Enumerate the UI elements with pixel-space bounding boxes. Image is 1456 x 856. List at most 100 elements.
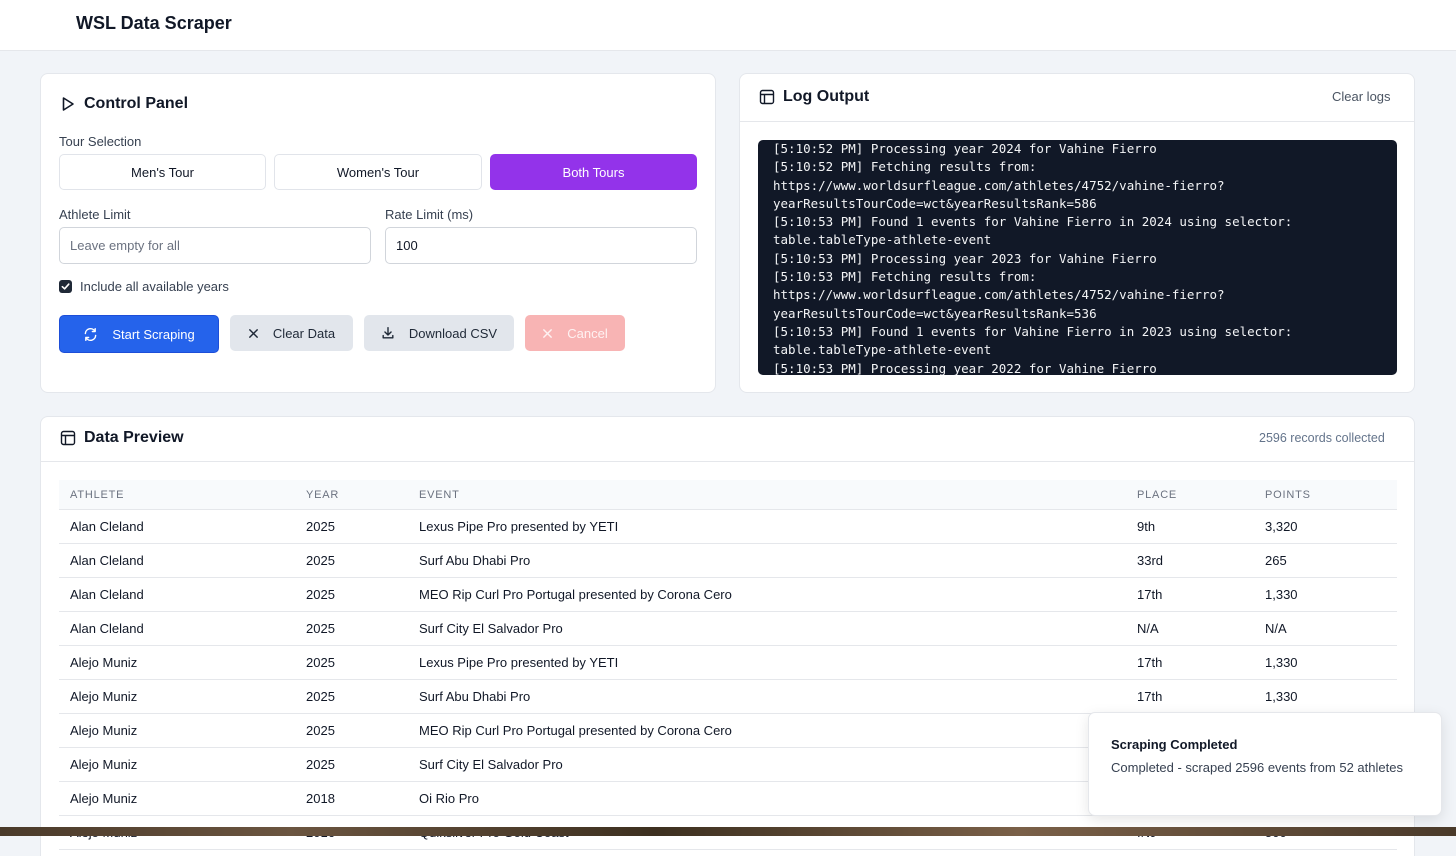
athlete-cell: Alejo Muniz [70, 791, 138, 806]
log-output-title: Log Output [783, 88, 870, 105]
start-scraping-label: Start Scraping [112, 326, 195, 342]
clear-data-button[interactable]: Clear Data [230, 315, 353, 351]
play-icon [62, 97, 74, 111]
table-row[interactable]: Alan Cleland 2025 Lexus Pipe Pro presented… [59, 510, 1397, 544]
event-cell: MEO Rip Curl Pro Portugal presented by C… [419, 587, 732, 602]
event-cell: Lexus Pipe Pro presented by YETI [419, 655, 619, 670]
preview-divider [40, 461, 1415, 462]
points-cell: 265 [1265, 553, 1287, 568]
athlete-cell: Alejo Muniz [70, 723, 138, 738]
event-cell: Oi Rio Pro [419, 791, 479, 806]
cancel-button[interactable]: Cancel [525, 315, 625, 351]
log-line: https://www.worldsurfleague.com/athletes… [773, 177, 1225, 193]
log-line: table.tableType-athlete-event [773, 232, 992, 248]
log-lines: [5:10:52 PM] Processing year 2024 for Va… [773, 140, 1393, 375]
table-header: ATHLETE YEAR EVENT PLACE POINTS [59, 480, 1397, 510]
year-cell: 2025 [306, 689, 335, 704]
log-line: yearResultsTourCode=wct&yearResultsRank=… [773, 305, 1097, 321]
year-cell: 2025 [306, 587, 335, 602]
athlete-limit-input[interactable] [59, 227, 371, 264]
log-line: [5:10:52 PM] Fetching results from: [773, 159, 1037, 175]
place-cell: 17th [1137, 587, 1163, 602]
clear-logs-button[interactable]: Clear logs [1332, 89, 1391, 104]
log-output-header: Log Output [759, 88, 869, 106]
background-strip [0, 827, 1456, 836]
event-cell: Surf City El Salvador Pro [419, 621, 563, 636]
place-cell: 9th [1137, 519, 1156, 534]
table-row[interactable]: Alejo Muniz 2025 Surf Abu Dhabi Pro 17th 1,3… [59, 680, 1397, 714]
download-csv-button[interactable]: Download CSV [364, 315, 514, 351]
toast-notification[interactable]: Scraping Completed Completed - scraped 2… [1088, 712, 1442, 816]
table-icon [60, 430, 76, 446]
rate-limit-input[interactable] [385, 227, 697, 264]
checkmark-icon [61, 283, 70, 290]
toast-title: Scraping Completed [1111, 737, 1238, 752]
both-tours-button[interactable]: Both Tours [490, 154, 697, 190]
athlete-cell: Alan Cleland [70, 553, 144, 568]
log-line: [5:10:53 PM] Found 1 events for Vahine F… [773, 323, 1293, 339]
cancel-label: Cancel [567, 325, 608, 341]
log-line: table.tableType-athlete-event [773, 342, 992, 358]
event-cell: Surf City El Salvador Pro [419, 757, 563, 772]
table-icon [759, 89, 775, 105]
table-row[interactable]: Alan Cleland 2025 Surf City El Salvador Pr… [59, 612, 1397, 646]
points-cell: N/A [1265, 621, 1287, 636]
clear-data-label: Clear Data [272, 325, 336, 341]
event-cell: Lexus Pipe Pro presented by YETI [419, 519, 619, 534]
points-cell: 1,330 [1265, 689, 1298, 704]
column-header-event[interactable]: EVENT [419, 489, 460, 501]
place-cell: 17th [1137, 655, 1163, 670]
event-cell: MEO Rip Curl Pro Portugal presented by C… [419, 723, 732, 738]
tour-selection-label: Tour Selection [59, 134, 142, 149]
year-cell: 2025 [306, 757, 335, 772]
log-line: [5:10:53 PM] Fetching results from: [773, 269, 1037, 285]
column-header-place[interactable]: PLACE [1137, 489, 1177, 501]
download-icon [382, 327, 394, 339]
include-years-row[interactable]: Include all available years [59, 279, 229, 294]
athlete-limit-label: Athlete Limit [59, 207, 131, 222]
records-count: 2596 records collected [1259, 431, 1385, 445]
log-line: [5:10:53 PM] Found 1 events for Vahine F… [773, 214, 1293, 230]
rate-limit-label: Rate Limit (ms) [385, 207, 474, 222]
event-cell: Surf Abu Dhabi Pro [419, 553, 531, 568]
table-row[interactable]: Alan Cleland 2025 Surf Abu Dhabi Pro 33rd 26… [59, 544, 1397, 578]
column-header-points[interactable]: POINTS [1265, 489, 1311, 501]
year-cell: 2025 [306, 553, 335, 568]
year-cell: 2018 [306, 791, 335, 806]
mens-tour-button[interactable]: Men's Tour [59, 154, 266, 190]
log-terminal[interactable]: [5:10:52 PM] Processing year 2024 for Va… [758, 140, 1397, 375]
include-years-checkbox[interactable] [59, 280, 72, 293]
athlete-cell: Alejo Muniz [70, 655, 138, 670]
column-header-year[interactable]: YEAR [306, 489, 339, 501]
toast-message: Completed - scraped 2596 events from 52 … [1111, 760, 1403, 775]
download-csv-label: Download CSV [408, 325, 498, 341]
womens-tour-button[interactable]: Women's Tour [274, 154, 482, 190]
year-cell: 2025 [306, 621, 335, 636]
data-preview-header: Data Preview [60, 429, 184, 447]
table-row[interactable]: Alan Cleland 2025 MEO Rip Curl Pro Portuga… [59, 578, 1397, 612]
log-line: [5:10:52 PM] Processing year 2024 for Va… [773, 141, 1157, 156]
year-cell: 2025 [306, 655, 335, 670]
include-years-label: Include all available years [80, 279, 229, 294]
place-cell: N/A [1137, 621, 1159, 636]
points-cell: 1,330 [1265, 587, 1298, 602]
athlete-cell: Alan Cleland [70, 519, 144, 534]
athlete-cell: Alan Cleland [70, 621, 144, 636]
athlete-cell: Alejo Muniz [70, 689, 138, 704]
close-icon [543, 328, 553, 338]
place-cell: 17th [1137, 689, 1163, 704]
column-header-athlete[interactable]: ATHLETE [70, 489, 124, 501]
year-cell: 2025 [306, 519, 335, 534]
points-cell: 1,330 [1265, 655, 1298, 670]
log-line: https://www.worldsurfleague.com/athletes… [773, 287, 1225, 303]
log-line: [5:10:53 PM] Processing year 2022 for Va… [773, 360, 1157, 375]
control-panel-header: Control Panel [60, 95, 188, 113]
log-line: yearResultsTourCode=wct&yearResultsRank=… [773, 195, 1097, 211]
top-bar: WSL Data Scraper [0, 0, 1456, 51]
control-panel-title: Control Panel [84, 95, 189, 112]
table-row[interactable]: Alejo Muniz 2025 Lexus Pipe Pro presented … [59, 646, 1397, 680]
year-cell: 2025 [306, 723, 335, 738]
start-scraping-button[interactable]: Start Scraping [59, 315, 219, 353]
athlete-cell: Alan Cleland [70, 587, 144, 602]
data-preview-title: Data Preview [84, 429, 184, 446]
